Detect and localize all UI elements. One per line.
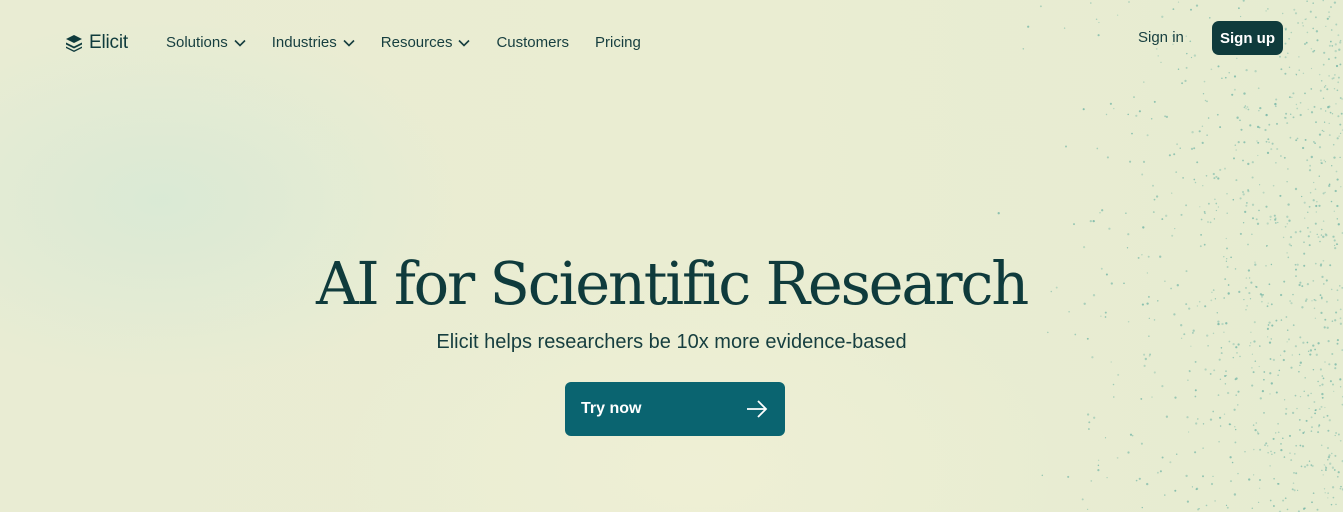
sign-up-button[interactable]: Sign up bbox=[1212, 21, 1283, 55]
nav-item-label: Industries bbox=[271, 34, 337, 51]
main-menu: Solutions Industries Resources Customers… bbox=[166, 34, 667, 51]
hero-section: AI for Scientific Research Elicit helps … bbox=[0, 246, 1343, 355]
hero-title: AI for Scientific Research bbox=[315, 249, 1029, 318]
hero-subtitle: Elicit helps researchers be 10x more evi… bbox=[436, 331, 907, 353]
nav-item-label: Customers bbox=[496, 34, 569, 51]
try-now-button[interactable]: Try now bbox=[565, 382, 785, 436]
nav-item-industries[interactable]: Industries bbox=[272, 34, 355, 51]
chevron-down-icon bbox=[343, 39, 355, 47]
sign-in-link[interactable]: Sign in bbox=[1138, 29, 1184, 46]
elicit-logo-icon bbox=[65, 34, 83, 52]
nav-item-resources[interactable]: Resources bbox=[381, 34, 471, 51]
chevron-down-icon bbox=[458, 39, 471, 47]
nav-item-customers[interactable]: Customers bbox=[496, 34, 569, 51]
arrow-right-icon bbox=[746, 400, 768, 418]
nav-item-label: Solutions bbox=[166, 34, 228, 51]
nav-item-label: Pricing bbox=[595, 34, 641, 51]
nav-item-label: Resources bbox=[380, 34, 453, 51]
nav-item-pricing[interactable]: Pricing bbox=[595, 34, 641, 51]
top-navigation: Elicit Solutions Industries Resources Cu… bbox=[0, 20, 1343, 66]
try-now-label: Try now bbox=[581, 400, 642, 417]
brand-name: Elicit bbox=[89, 32, 128, 53]
brand-logo[interactable]: Elicit bbox=[65, 32, 128, 54]
chevron-down-icon bbox=[234, 39, 246, 47]
nav-item-solutions[interactable]: Solutions bbox=[166, 34, 246, 51]
